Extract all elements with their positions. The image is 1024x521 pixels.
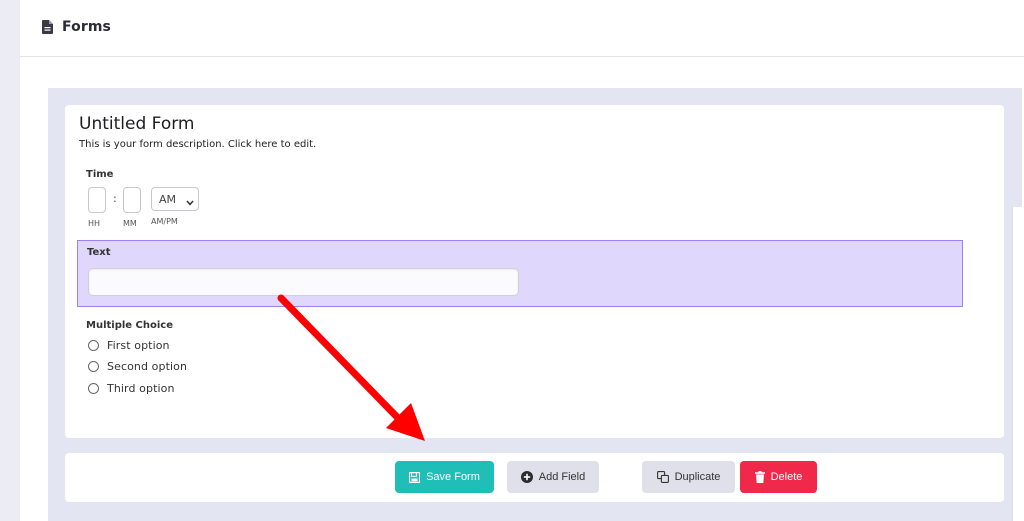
plus-circle-icon: [520, 471, 539, 483]
page-header: Forms: [42, 19, 111, 35]
ampm-selected-value: AM: [159, 193, 177, 206]
time-colon: :: [113, 192, 117, 205]
form-title[interactable]: Untitled Form: [79, 114, 194, 134]
copy-icon: [656, 471, 675, 483]
text-field-block[interactable]: Text: [77, 240, 963, 307]
page-title: Forms: [62, 19, 111, 35]
time-field-label: Time: [86, 169, 114, 180]
chevron-down-icon: [186, 196, 194, 209]
save-icon: [409, 471, 426, 483]
radio-option-label: Second option: [107, 360, 188, 373]
minute-caption: MM: [123, 219, 137, 228]
form-description[interactable]: This is your form description. Click her…: [79, 139, 316, 150]
hour-caption: HH: [88, 219, 101, 228]
ampm-caption: AM/PM: [151, 217, 178, 226]
save-form-button[interactable]: Save Form: [395, 461, 494, 493]
text-field-label: Text: [87, 247, 111, 258]
duplicate-label: Duplicate: [674, 471, 721, 483]
radio-option-label: First option: [107, 339, 170, 352]
top-bar: Forms: [20, 0, 1024, 57]
radio-button[interactable]: [88, 361, 99, 372]
hour-input[interactable]: [88, 187, 106, 213]
save-form-label: Save Form: [426, 471, 480, 483]
radio-option[interactable]: First option: [88, 339, 170, 352]
radio-option-label: Third option: [107, 382, 175, 395]
radio-option[interactable]: Second option: [88, 360, 187, 373]
ampm-select[interactable]: AM: [151, 187, 199, 211]
minute-input[interactable]: [123, 187, 141, 213]
radio-option[interactable]: Third option: [88, 382, 175, 395]
delete-label: Delete: [770, 471, 803, 483]
duplicate-button[interactable]: Duplicate: [642, 461, 735, 493]
form-action-bar: Save Form Add Field Duplicate Delete: [65, 453, 1004, 502]
form-card: Untitled Form This is your form descript…: [65, 105, 1004, 438]
multiple-choice-label: Multiple Choice: [86, 320, 174, 331]
document-icon: [42, 20, 53, 34]
trash-icon: [754, 471, 771, 483]
delete-button[interactable]: Delete: [740, 461, 817, 493]
radio-button[interactable]: [88, 383, 99, 394]
radio-button[interactable]: [88, 340, 99, 351]
add-field-button[interactable]: Add Field: [507, 461, 599, 493]
side-panel-edge: [1012, 207, 1024, 521]
add-field-label: Add Field: [538, 471, 586, 483]
text-input[interactable]: [88, 268, 519, 296]
